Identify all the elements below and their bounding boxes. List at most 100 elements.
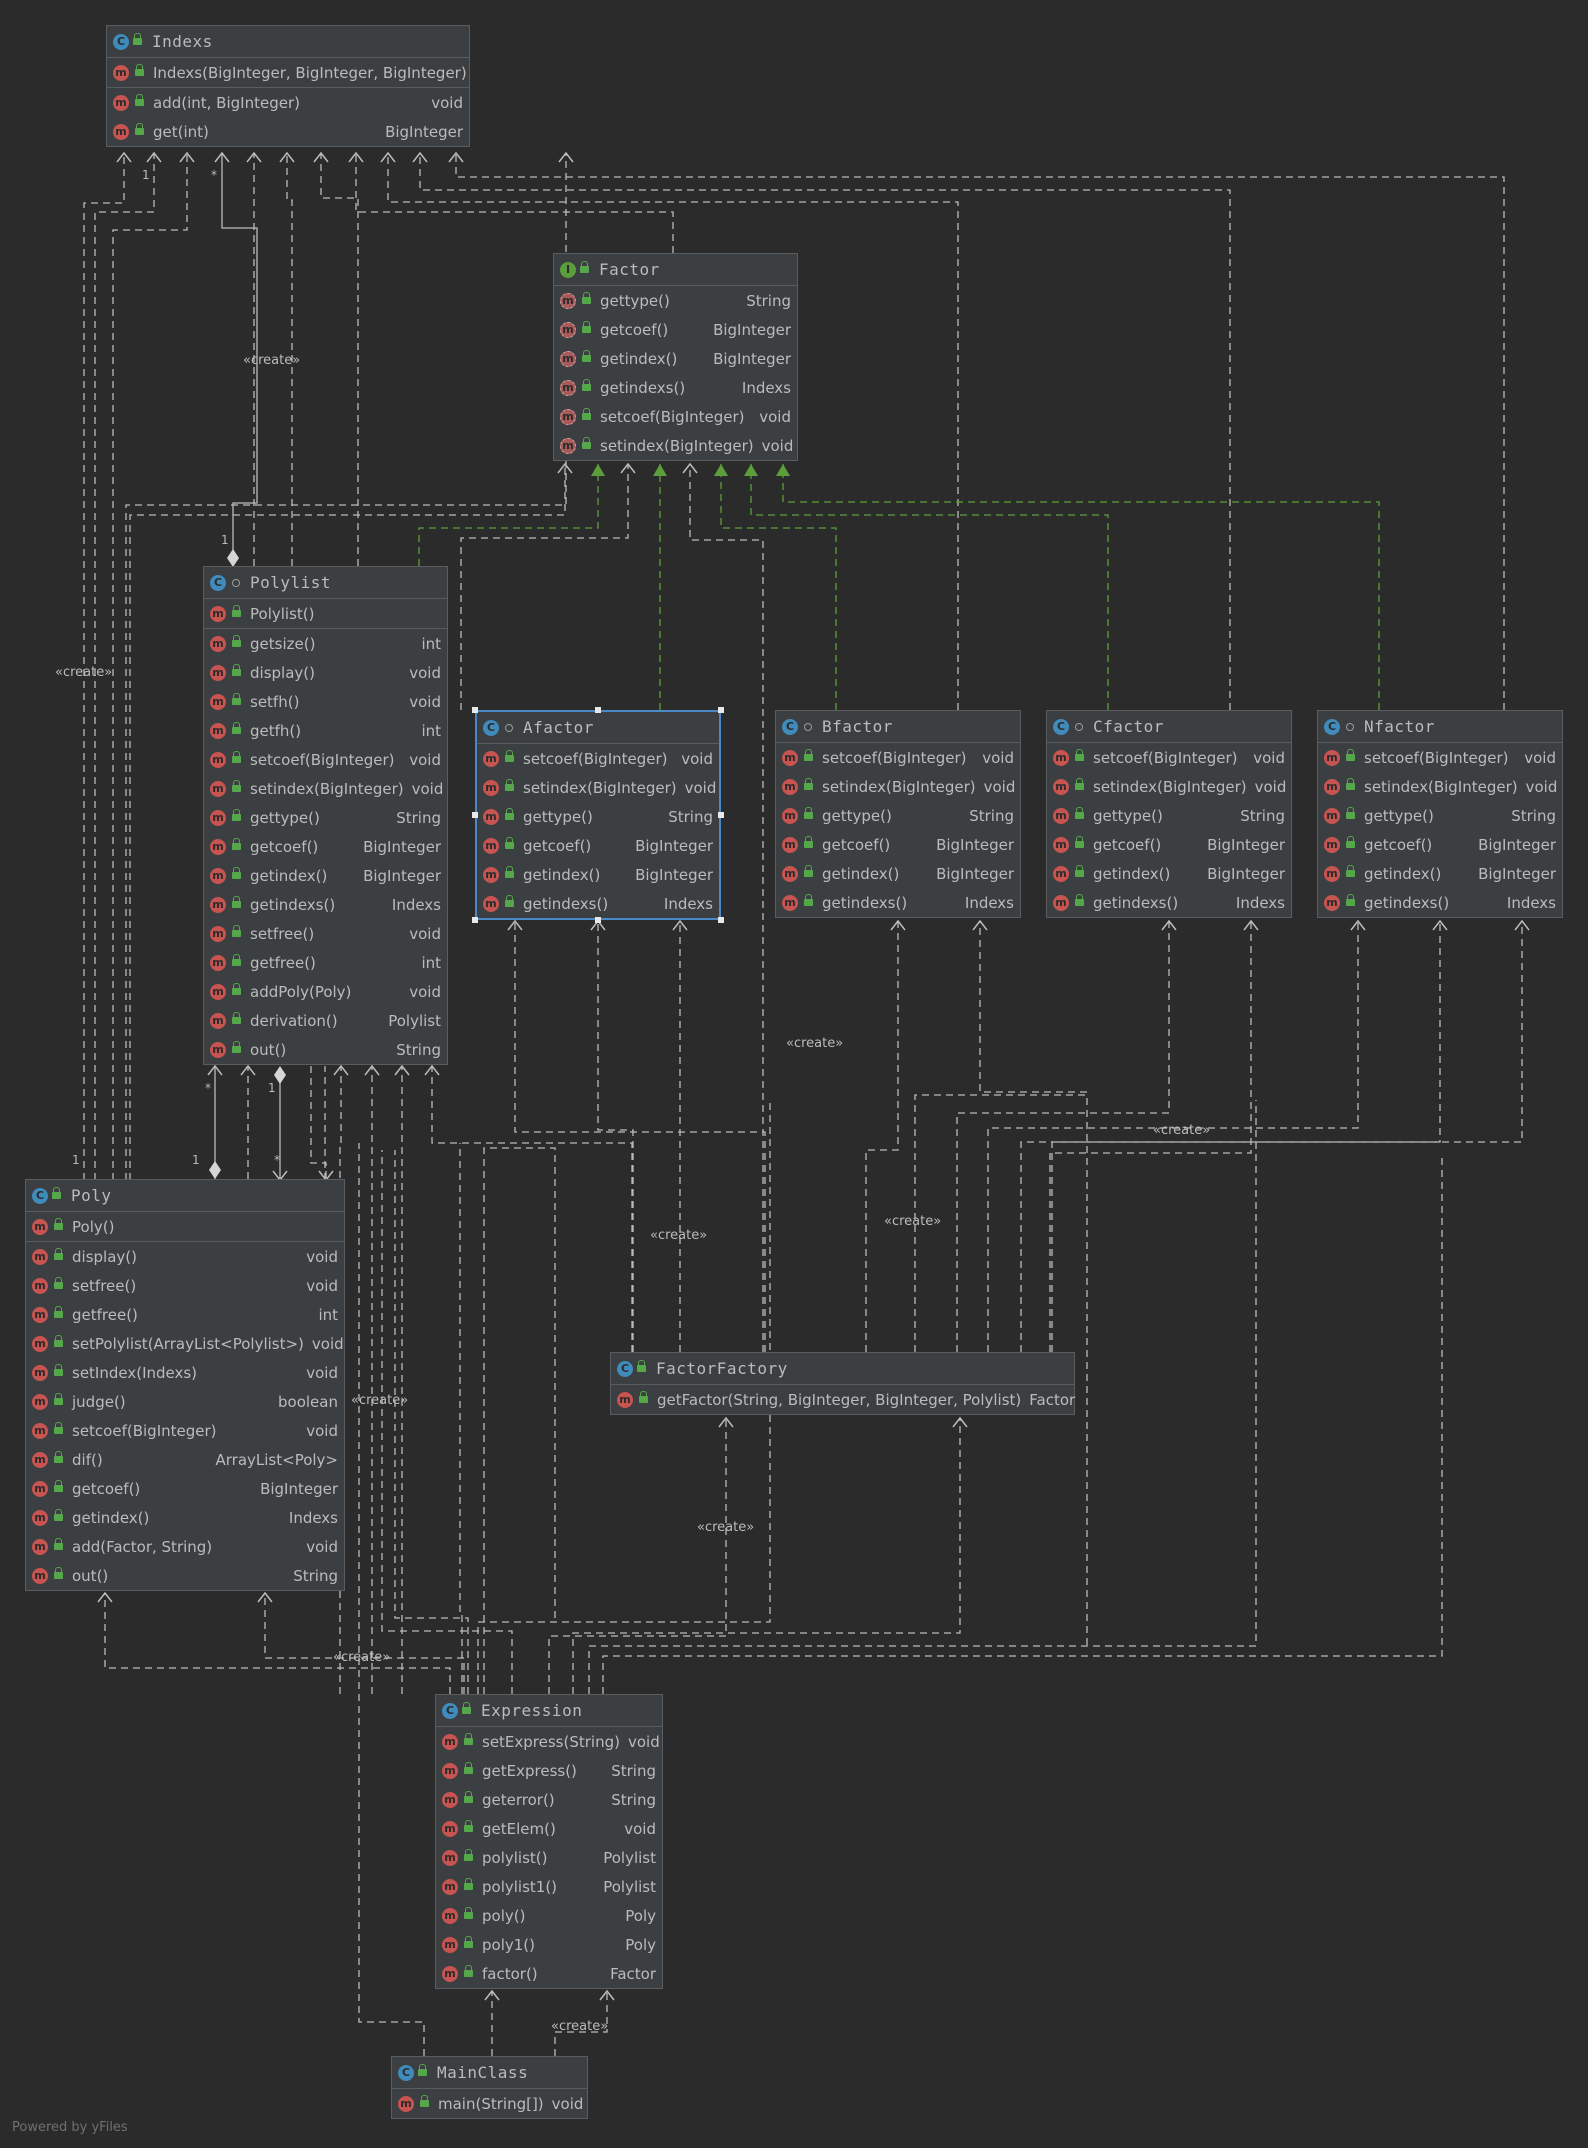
method-row[interactable]: m setcoef(BigInteger) void — [26, 1416, 344, 1445]
class-node-factorfactory[interactable]: C FactorFactory m getFactor(String, BigInte… — [610, 1352, 1075, 1415]
method-row[interactable]: m getcoef() BigInteger — [26, 1474, 344, 1503]
method-row[interactable]: m setfh() void — [204, 687, 447, 716]
method-row[interactable]: m setcoef(BigInteger) void — [204, 745, 447, 774]
method-row[interactable]: m getcoef() BigInteger — [554, 315, 797, 344]
create-edge[interactable] — [1049, 921, 1252, 1352]
dependency-edge[interactable] — [483, 1147, 556, 1694]
method-row[interactable]: m setfree() void — [204, 919, 447, 948]
method-row[interactable]: m getcoef() BigInteger — [776, 830, 1020, 859]
method-row[interactable]: m setExpress(String) void — [436, 1727, 662, 1756]
class-node-nfactor[interactable]: C Nfactor m setcoef(BigInteger) void m setinde… — [1317, 710, 1563, 918]
method-row[interactable]: m gettype() String — [204, 803, 447, 832]
method-row[interactable]: m getindexs() Indexs — [776, 888, 1020, 917]
create-edge[interactable] — [514, 921, 766, 1352]
method-row[interactable]: m poly1() Poly — [436, 1930, 662, 1959]
method-row[interactable]: m getindex() Indexs — [26, 1503, 344, 1532]
method-row[interactable]: m setIndex(Indexs) void — [26, 1358, 344, 1387]
dependency-edge[interactable] — [358, 1143, 425, 2056]
method-row[interactable]: m setcoef(BigInteger) void — [554, 402, 797, 431]
method-row[interactable]: m gettype() String — [554, 286, 797, 315]
selection-handle[interactable] — [472, 917, 478, 923]
method-row[interactable]: m add(Factor, String) void — [26, 1532, 344, 1561]
selection-handle[interactable] — [472, 812, 478, 818]
selection-handle[interactable] — [472, 707, 478, 713]
class-node-cfactor[interactable]: C Cfactor m setcoef(BigInteger) void m setinde… — [1046, 710, 1292, 918]
dependency-edge[interactable] — [459, 1143, 463, 1694]
class-header[interactable]: C Indexs — [107, 26, 469, 58]
method-row[interactable]: m factor() Factor — [436, 1959, 662, 1988]
dependency-edge[interactable] — [355, 153, 674, 253]
create-edge[interactable] — [597, 921, 634, 1352]
dependency-edge[interactable] — [320, 153, 359, 566]
selection-handle[interactable] — [595, 707, 601, 713]
method-row[interactable]: m setindex(BigInteger) void — [1318, 772, 1562, 801]
method-row[interactable]: m getindexs() Indexs — [554, 373, 797, 402]
dependency-edge[interactable] — [419, 153, 1231, 710]
method-row[interactable]: m display() void — [26, 1242, 344, 1271]
dependency-edge[interactable] — [460, 464, 629, 710]
method-row[interactable]: m getcoef() BigInteger — [477, 831, 719, 860]
class-node-expression[interactable]: C Expression m setExpress(String) void m getEx… — [435, 1694, 663, 1989]
class-header[interactable]: C Afactor — [477, 712, 719, 744]
class-header[interactable]: C Cfactor — [1047, 711, 1291, 743]
method-row[interactable]: m display() void — [204, 658, 447, 687]
method-row[interactable]: m gettype() String — [1047, 801, 1291, 830]
method-row[interactable]: m getindexs() Indexs — [477, 889, 719, 918]
create-edge[interactable] — [1020, 921, 1441, 1352]
method-row[interactable]: m getElem() void — [436, 1814, 662, 1843]
method-row[interactable]: m dif() ArrayList<Poly> — [26, 1445, 344, 1474]
method-row[interactable]: m getindex() BigInteger — [204, 861, 447, 890]
method-row[interactable]: m geterror() String — [436, 1785, 662, 1814]
method-row[interactable]: m setindex(BigInteger) void — [477, 773, 719, 802]
class-header[interactable]: I Factor — [554, 254, 797, 286]
method-row[interactable]: m getindex() BigInteger — [554, 344, 797, 373]
method-row[interactable]: m getFactor(String, BigInteger, BigIntege… — [611, 1385, 1075, 1414]
method-row[interactable]: m setPolylist(ArrayList<Polylist>) void — [26, 1329, 344, 1358]
method-row[interactable]: m addPoly(Poly) void — [204, 977, 447, 1006]
method-row[interactable]: m getcoef() BigInteger — [1047, 830, 1291, 859]
class-header[interactable]: C Bfactor — [776, 711, 1020, 743]
method-row[interactable]: m getfree() int — [204, 948, 447, 977]
method-row[interactable]: m out() String — [204, 1035, 447, 1064]
method-row[interactable]: m poly() Poly — [436, 1901, 662, 1930]
method-row[interactable]: m getindex() BigInteger — [1047, 859, 1291, 888]
constructor-row[interactable]: m Poly() — [26, 1212, 344, 1241]
implements-edge[interactable] — [720, 464, 837, 710]
method-row[interactable]: m setindex(BigInteger) void — [204, 774, 447, 803]
method-row[interactable]: m gettype() String — [776, 801, 1020, 830]
implements-edge[interactable] — [750, 464, 1109, 710]
method-row[interactable]: m get(int) BigInteger — [107, 117, 469, 146]
selection-handle[interactable] — [718, 812, 724, 818]
method-row[interactable]: m setindex(BigInteger) void — [554, 431, 797, 460]
dependency-edge[interactable] — [394, 1150, 469, 1694]
method-row[interactable]: m getExpress() String — [436, 1756, 662, 1785]
method-row[interactable]: m getindexs() Indexs — [1318, 888, 1562, 917]
class-node-poly[interactable]: C Poly m Poly() m display() void m setfree() void… — [25, 1179, 345, 1591]
method-row[interactable]: m polylist() Polylist — [436, 1843, 662, 1872]
method-row[interactable]: m gettype() String — [477, 802, 719, 831]
selection-handle[interactable] — [595, 917, 601, 923]
create-edge[interactable] — [264, 1593, 465, 1694]
method-row[interactable]: m out() String — [26, 1561, 344, 1590]
method-row[interactable]: m judge() boolean — [26, 1387, 344, 1416]
method-row[interactable]: m getfh() int — [204, 716, 447, 745]
create-edge[interactable] — [602, 1153, 1443, 1694]
create-edge[interactable] — [548, 1418, 727, 1694]
method-row[interactable]: m getcoef() BigInteger — [1318, 830, 1562, 859]
method-row[interactable]: m add(int, BigInteger) void — [107, 88, 469, 117]
method-row[interactable]: m getfree() int — [26, 1300, 344, 1329]
implements-edge[interactable] — [782, 464, 1380, 710]
dependency-edge[interactable] — [310, 1066, 327, 1180]
method-row[interactable]: m getindex() BigInteger — [477, 860, 719, 889]
method-row[interactable]: m setcoef(BigInteger) void — [776, 743, 1020, 772]
create-edge[interactable] — [956, 921, 1170, 1352]
selection-handle[interactable] — [718, 707, 724, 713]
method-row[interactable]: m gettype() String — [1318, 801, 1562, 830]
method-row[interactable]: m polylist1() Polylist — [436, 1872, 662, 1901]
method-row[interactable]: m getsize() int — [204, 629, 447, 658]
method-row[interactable]: m getindexs() Indexs — [204, 890, 447, 919]
method-row[interactable]: m setcoef(BigInteger) void — [477, 744, 719, 773]
method-row[interactable]: m getindexs() Indexs — [1047, 888, 1291, 917]
class-node-mainclass[interactable]: C MainClass m main(String[]) void — [391, 2056, 588, 2119]
create-edge[interactable] — [104, 1593, 451, 1694]
